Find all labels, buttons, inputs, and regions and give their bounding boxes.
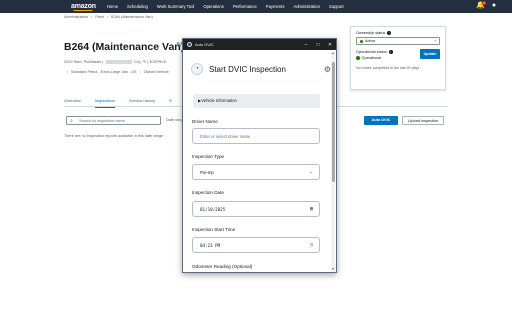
active-dot xyxy=(360,39,363,43)
inspection-start-input[interactable]: 04:23 PM ◷ xyxy=(192,237,320,253)
info-icon[interactable]: i xyxy=(387,31,392,35)
ownership-value: Active xyxy=(365,39,376,43)
help-icon[interactable]: ● xyxy=(490,2,498,10)
empty-state-text: There are no inspection reports availabl… xyxy=(64,134,163,138)
vehicle-ownership: Owned Vehicle xyxy=(143,70,169,74)
ownership-status-label: Ownership status i xyxy=(356,31,440,35)
nav-item-work-summary-tool[interactable]: Work Summary Tool xyxy=(157,4,195,9)
ownership-label-text: Ownership status xyxy=(356,31,386,35)
search-placeholder: Search by inspection name xyxy=(79,119,125,123)
driver-name-input[interactable]: Enter or select driver name xyxy=(192,128,320,144)
page-title: B264 (Maintenance Van) xyxy=(64,41,185,53)
nav-item-home[interactable]: Home xyxy=(107,4,118,9)
inspection-date-value: 01/18/2025 xyxy=(200,207,226,212)
vehicle-plate-state: CA) xyxy=(134,60,141,64)
window-controls: – □ ✕ xyxy=(300,42,336,48)
app-icon xyxy=(187,42,192,47)
inspection-type-select[interactable]: Pre-trip ⌄ xyxy=(192,164,320,180)
odometer-label: Odometer Reading (Optional) xyxy=(192,264,253,269)
vehicle-vin: 3C6TRVD xyxy=(149,60,167,64)
dvic-logo-icon: ◔ xyxy=(191,63,203,75)
status-panel: Ownership status i Active ⌃ Operational … xyxy=(350,26,446,90)
driver-name-placeholder: Enter or select driver name xyxy=(200,134,251,139)
scroll-up-icon[interactable]: ▲ xyxy=(331,51,335,55)
edit-icon[interactable]: ✎ xyxy=(176,41,182,49)
dvic-header: ◔ Start DVIC Inspection ⚙ xyxy=(191,59,331,79)
nav-item-administration[interactable]: Administration xyxy=(293,4,320,9)
close-icon[interactable]: ✕ xyxy=(324,42,336,48)
bell-icon[interactable]: 🔔 1 xyxy=(476,1,486,10)
operational-status-value: Operational xyxy=(356,56,393,60)
ownership-status-select[interactable]: Active ⌃ xyxy=(356,37,440,45)
vehicle-type: Standard Petrol - Extra Large Van - US xyxy=(71,70,137,74)
check-circle-icon xyxy=(356,56,360,60)
operational-label-text: Operational status xyxy=(356,50,387,54)
driver-name-label: Driver Name xyxy=(192,119,218,124)
vehicle-meta-line2: | Standard Petrol - Extra Large Van - US |… xyxy=(67,70,169,74)
upload-inspection-button[interactable]: Upload inspection xyxy=(402,116,444,125)
search-icon: ⌕ xyxy=(70,118,73,124)
window-titlebar[interactable]: Auto DVIC – □ ✕ xyxy=(183,39,336,50)
breadcrumb-administration[interactable]: Administration xyxy=(64,15,88,19)
vehicle-model: 2019 Ram, ProMaster xyxy=(64,60,102,64)
nav-item-payments[interactable]: Payments xyxy=(266,4,285,9)
inspection-search-input[interactable]: ⌕ Search by inspection name xyxy=(66,116,161,125)
scrollbar-thumb[interactable] xyxy=(331,62,335,182)
window-title: Auto DVIC xyxy=(195,42,214,47)
nav-item-scheduling[interactable]: Scheduling xyxy=(127,4,148,9)
operational-row: Operational status i Operational Update xyxy=(356,49,440,60)
inspection-date-input[interactable]: 01/18/2025 ▦ xyxy=(192,201,320,217)
redacted-plate xyxy=(106,60,133,64)
breadcrumb: Administration › Fleet › B264 (Maintenance V… xyxy=(64,15,153,19)
inspection-start-value: 04:23 PM xyxy=(200,243,221,248)
operational-status-label: Operational status i xyxy=(356,50,393,54)
dvic-title: Start DVIC Inspection xyxy=(209,64,286,74)
nav-item-support[interactable]: Support xyxy=(329,4,344,9)
info-icon[interactable]: i xyxy=(388,50,393,54)
breadcrumb-fleet[interactable]: Fleet xyxy=(95,15,103,19)
amazon-logo[interactable]: amazon xyxy=(71,3,96,11)
update-button[interactable]: Update xyxy=(420,49,440,59)
inspection-start-label: Inspection Start Time xyxy=(192,227,236,232)
gear-icon[interactable]: ⚙ xyxy=(324,65,331,74)
vehicle-information-toggle[interactable]: ▶Vehicle Information xyxy=(193,94,320,108)
inspection-date-label: Inspection Date xyxy=(192,190,224,195)
chevron-down-icon: ⌃ xyxy=(433,39,437,44)
nav-item-performance[interactable]: Performance xyxy=(233,4,257,9)
clock-icon[interactable]: ◷ xyxy=(310,238,313,253)
minimize-icon[interactable]: – xyxy=(300,42,312,48)
scroll-down-icon[interactable]: ▼ xyxy=(331,267,335,271)
notification-badge: 1 xyxy=(482,1,486,5)
calendar-icon[interactable]: ▦ xyxy=(310,202,313,217)
operational-value-text: Operational xyxy=(361,56,382,60)
auto-dvic-button[interactable]: Auto DVIC xyxy=(364,116,398,125)
vehicle-meta-line1: 2019 Ram, ProMaster | CA) ✎ | 3C6TRVD xyxy=(64,60,167,64)
chevron-down-icon: ⌄ xyxy=(308,169,313,175)
auto-dvic-window: Auto DVIC – □ ✕ ◔ Start DVIC Inspection … xyxy=(182,38,337,273)
maximize-icon[interactable]: □ xyxy=(312,42,324,48)
nav-item-operations[interactable]: Operations xyxy=(203,4,223,9)
breadcrumb-current: B264 (Maintenance Van) xyxy=(111,15,153,19)
top-nav: amazon Home Scheduling Work Summary Tool… xyxy=(0,0,512,13)
inspection-type-value: Pre-trip xyxy=(200,170,214,175)
nav-icons: 🔔 1 ● xyxy=(476,1,498,10)
scrollbar[interactable] xyxy=(331,52,335,272)
routes-note: No routes completed in the last 90 days xyxy=(356,66,420,70)
inspection-type-label: Inspection Type xyxy=(192,154,225,159)
